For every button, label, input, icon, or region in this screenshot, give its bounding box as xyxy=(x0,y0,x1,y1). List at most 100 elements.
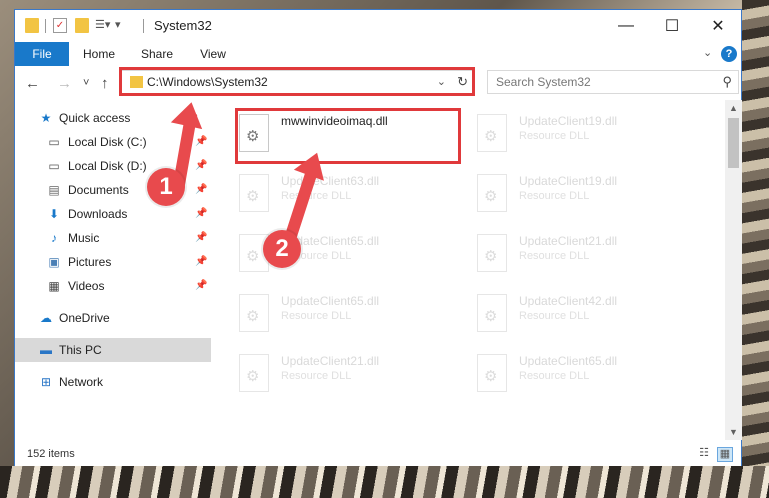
step-2-badge: 2 xyxy=(263,230,301,268)
up-button[interactable]: ↑ xyxy=(101,75,109,92)
search-placeholder[interactable]: Search System32 xyxy=(496,75,591,89)
sidebar-item-downloads[interactable]: ⬇ Downloads 📌 xyxy=(15,202,211,226)
tab-file[interactable]: File xyxy=(15,42,69,66)
explorer-window: ✓ ☰▾ ▾ System32 — ☐ ✕ File Home Share Vi… xyxy=(14,9,742,466)
pin-icon[interactable]: 📌 xyxy=(195,202,207,226)
file-type: Resource DLL xyxy=(281,370,352,382)
folder-icon xyxy=(25,18,39,33)
toolbar-separator xyxy=(143,19,144,33)
search-icon[interactable]: ⚲ xyxy=(722,74,732,90)
computer-icon: ▬ xyxy=(40,343,52,357)
file-item[interactable]: UpdateClient65.dll Resource DLL xyxy=(235,290,465,340)
item-count: 152 items xyxy=(27,448,75,460)
sidebar-item-network[interactable]: ⊞ Network xyxy=(15,370,211,394)
dll-file-icon xyxy=(239,174,269,212)
tab-share[interactable]: Share xyxy=(135,42,179,66)
drive-icon: ▭ xyxy=(48,159,60,173)
status-bar: 152 items ☷ ▦ xyxy=(15,442,741,466)
pin-icon[interactable]: 📌 xyxy=(195,178,207,202)
file-item[interactable]: UpdateClient42.dll Resource DLL xyxy=(473,290,703,340)
file-type: Resource DLL xyxy=(281,310,352,322)
expand-ribbon-icon[interactable]: ⌄ xyxy=(703,46,712,59)
file-name: UpdateClient21.dll xyxy=(281,354,380,368)
dll-file-icon xyxy=(239,294,269,332)
dll-file-icon xyxy=(477,234,507,272)
tiles-view-icon[interactable]: ▦ xyxy=(717,447,733,462)
sidebar-item-label: Downloads xyxy=(68,207,128,221)
file-item[interactable]: UpdateClient65.dll Resource DLL xyxy=(473,350,703,400)
pin-icon[interactable]: 📌 xyxy=(195,250,207,274)
tab-view[interactable]: View xyxy=(191,42,235,66)
file-item[interactable]: UpdateClient21.dll Resource DLL xyxy=(473,230,703,280)
sidebar-item-videos[interactable]: ▦ Videos 📌 xyxy=(15,274,211,298)
title-bar: ✓ ☰▾ ▾ System32 — ☐ ✕ xyxy=(15,10,741,42)
music-icon: ♪ xyxy=(51,231,57,245)
recent-locations-button[interactable]: ˅ xyxy=(83,77,89,89)
file-item[interactable]: UpdateClient63.dll Resource DLL xyxy=(235,170,465,220)
file-item[interactable]: UpdateClient21.dll Resource DLL xyxy=(235,350,465,400)
sidebar-item-music[interactable]: ♪ Music 📌 xyxy=(15,226,211,250)
search-box[interactable]: Search System32 ⚲ xyxy=(487,70,739,94)
file-name: UpdateClient19.dll xyxy=(519,114,618,128)
file-item[interactable]: UpdateClient19.dll Resource DLL xyxy=(473,170,703,220)
sidebar-item-label: Documents xyxy=(68,183,129,197)
scrollbar-thumb[interactable] xyxy=(728,118,739,168)
star-icon: ★ xyxy=(40,111,52,125)
sidebar-item-label: Music xyxy=(68,231,100,245)
pin-icon[interactable]: 📌 xyxy=(195,274,207,298)
help-icon[interactable]: ? xyxy=(721,46,737,62)
pin-icon[interactable]: 📌 xyxy=(195,154,207,178)
close-button[interactable]: ✕ xyxy=(695,10,741,42)
pin-icon[interactable]: 📌 xyxy=(195,226,207,250)
file-item[interactable]: UpdateClient19.dll Resource DLL xyxy=(473,110,703,160)
sidebar-item-label: Quick access xyxy=(59,111,131,125)
back-button[interactable]: ← xyxy=(25,75,40,92)
tab-home[interactable]: Home xyxy=(77,42,121,66)
new-folder-icon[interactable] xyxy=(75,18,89,33)
file-name: UpdateClient65.dll xyxy=(519,354,618,368)
file-highlight-box xyxy=(235,108,461,164)
sidebar-item-this-pc[interactable]: ▬ This PC xyxy=(15,338,211,362)
file-type: Resource DLL xyxy=(519,130,590,142)
file-name: UpdateClient21.dll xyxy=(519,234,618,248)
details-view-icon[interactable]: ☷ xyxy=(697,447,711,460)
minimize-button[interactable]: — xyxy=(603,10,649,42)
ribbon: File Home Share View ⌄ ? xyxy=(15,42,741,66)
toolbar-dropdown-icon[interactable]: ▾ xyxy=(115,18,129,33)
dll-file-icon xyxy=(477,354,507,392)
cloud-icon: ☁ xyxy=(40,311,52,325)
file-type: Resource DLL xyxy=(519,190,590,202)
file-type: Resource DLL xyxy=(281,190,352,202)
download-icon: ⬇ xyxy=(48,207,60,221)
file-name: UpdateClient63.dll xyxy=(281,174,380,188)
file-type: Resource DLL xyxy=(519,370,590,382)
properties-icon[interactable]: ✓ xyxy=(53,18,67,33)
pin-icon[interactable]: 📌 xyxy=(195,130,207,154)
sidebar-item-label: This PC xyxy=(59,343,102,357)
sidebar-item-onedrive[interactable]: ☁ OneDrive xyxy=(15,306,211,330)
file-name: UpdateClient42.dll xyxy=(519,294,618,308)
scroll-up-icon[interactable]: ▲ xyxy=(729,103,738,113)
sidebar-item-pictures[interactable]: ▣ Pictures 📌 xyxy=(15,250,211,274)
sidebar-item-label: OneDrive xyxy=(59,311,110,325)
scroll-down-icon[interactable]: ▼ xyxy=(729,427,738,437)
drive-icon: ▭ xyxy=(48,135,60,149)
forward-button[interactable]: → xyxy=(57,75,72,92)
dll-file-icon xyxy=(239,354,269,392)
file-type: Resource DLL xyxy=(519,250,590,262)
desktop-background-right xyxy=(742,0,769,466)
window-title: System32 xyxy=(154,18,212,33)
sidebar-item-label: Local Disk (C:) xyxy=(68,135,147,149)
pictures-icon: ▣ xyxy=(48,255,60,269)
customize-toolbar-icon[interactable]: ☰▾ xyxy=(95,18,110,33)
vertical-scrollbar[interactable]: ▲ ▼ xyxy=(725,100,742,440)
maximize-button[interactable]: ☐ xyxy=(649,10,695,42)
dll-file-icon xyxy=(477,174,507,212)
navigation-bar: ← → ˅ ↑ C:\Windows\System32 ⌄ ↻ Search S… xyxy=(15,66,741,100)
toolbar-separator xyxy=(45,19,46,33)
step-1-badge: 1 xyxy=(147,168,185,206)
sidebar-item-label: Local Disk (D:) xyxy=(68,159,147,173)
dll-file-icon xyxy=(477,294,507,332)
address-highlight-box xyxy=(119,67,475,96)
desktop-background-bottom xyxy=(0,466,769,498)
